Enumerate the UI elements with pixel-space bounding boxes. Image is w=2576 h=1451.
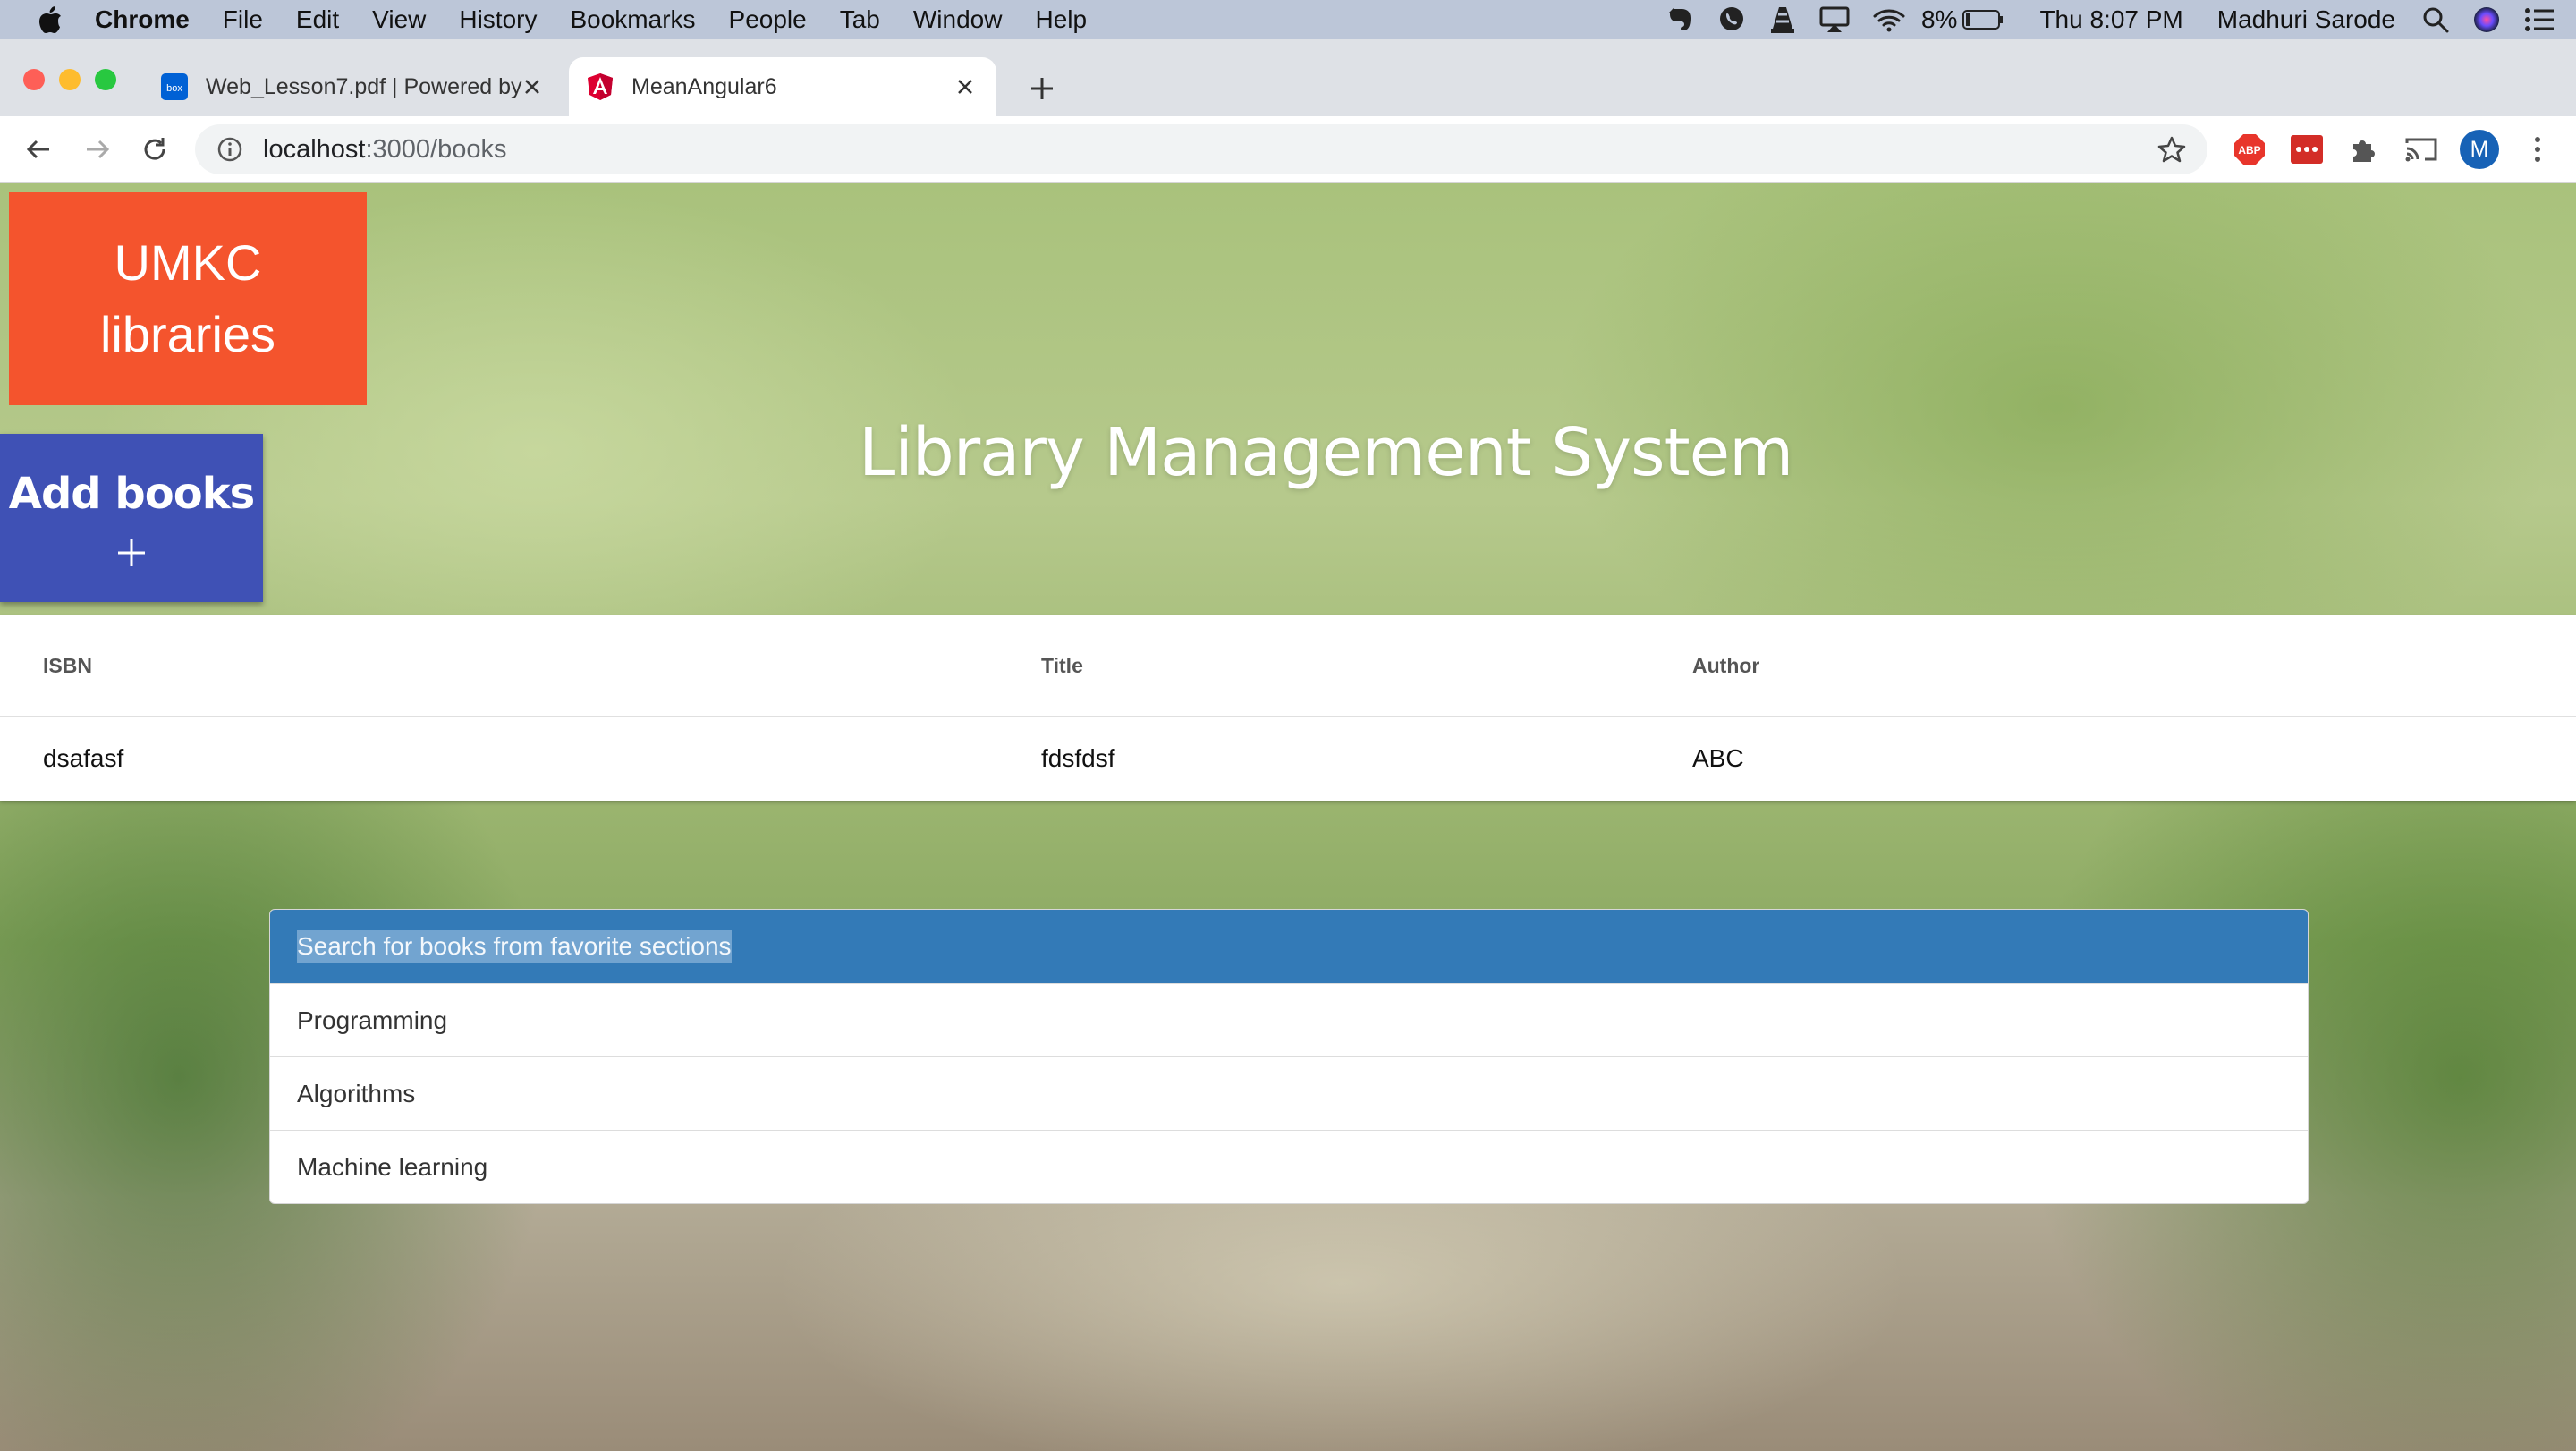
menu-view[interactable]: View [372, 5, 426, 34]
new-tab-icon[interactable] [1020, 66, 1064, 111]
address-bar-url: localhost:3000/books [263, 135, 506, 165]
url-host: localhost [263, 134, 366, 164]
menu-edit[interactable]: Edit [296, 5, 339, 34]
menu-bookmarks[interactable]: Bookmarks [570, 5, 695, 34]
notification-center-icon[interactable] [2524, 7, 2555, 32]
section-item-algorithms[interactable]: Algorithms [270, 1056, 2308, 1130]
cell-title: fdsfdsf [1041, 744, 1115, 772]
menu-tab[interactable]: Tab [840, 5, 880, 34]
add-books-button[interactable]: Add books [0, 434, 263, 602]
add-books-label: Add books [8, 469, 255, 519]
lastpass-icon[interactable] [2290, 132, 2324, 166]
menu-help[interactable]: Help [1035, 5, 1087, 34]
menu-bar-clock[interactable]: Thu 8:07 PM [2039, 5, 2182, 34]
tab-web-lesson7[interactable]: box Web_Lesson7.pdf | Powered by [143, 57, 564, 116]
cast-icon[interactable] [2404, 132, 2438, 166]
sections-header-text: Search for books from favorite sections [297, 930, 732, 963]
battery-icon[interactable] [1962, 9, 2004, 30]
profile-avatar[interactable]: M [2460, 130, 2499, 169]
macos-menu-bar: Chrome File Edit View History Bookmarks … [0, 0, 2576, 39]
menu-history[interactable]: History [459, 5, 537, 34]
evernote-icon[interactable] [1667, 5, 1694, 34]
window-close-button[interactable] [23, 69, 45, 90]
column-header-isbn[interactable]: ISBN [43, 615, 92, 716]
cell-isbn: dsafasf [43, 744, 124, 772]
menu-window[interactable]: Window [913, 5, 1003, 34]
adblock-plus-icon[interactable]: ABP [2233, 132, 2267, 166]
siri-icon[interactable] [2472, 5, 2501, 34]
back-arrow-icon[interactable] [18, 129, 59, 170]
table-header-row: ISBN Title Author [0, 615, 2576, 717]
table-row[interactable]: dsafasf fdsfdsf ABC [0, 717, 2576, 801]
column-header-title[interactable]: Title [1041, 615, 1083, 716]
window-minimize-button[interactable] [59, 69, 80, 90]
url-path: :3000/books [365, 134, 507, 164]
angular-icon [587, 73, 614, 100]
favorite-sections-list: Search for books from favorite sections … [269, 909, 2309, 1204]
airplay-icon[interactable] [1819, 6, 1850, 33]
section-item-programming[interactable]: Programming [270, 983, 2308, 1056]
site-info-icon[interactable] [215, 134, 245, 165]
svg-text:ABP: ABP [2238, 144, 2260, 157]
page-title: Library Management System [859, 414, 1793, 491]
browser-tab-strip: box Web_Lesson7.pdf | Powered by MeanAng… [0, 39, 2576, 116]
menu-people[interactable]: People [729, 5, 807, 34]
menu-bar-user[interactable]: Madhuri Sarode [2217, 5, 2395, 34]
window-zoom-button[interactable] [95, 69, 116, 90]
tab-title: MeanAngular6 [631, 73, 777, 99]
menu-app-name[interactable]: Chrome [95, 5, 190, 34]
svg-text:box: box [166, 83, 182, 94]
spotlight-search-icon[interactable] [2422, 6, 2449, 33]
box-icon: box [161, 73, 188, 100]
viber-icon[interactable] [1717, 5, 1746, 34]
cell-author: ABC [1692, 744, 1744, 772]
browser-toolbar: localhost:3000/books ABP M [0, 116, 2576, 183]
books-table: ISBN Title Author dsafasf fdsfdsf ABC [0, 615, 2576, 801]
apple-menu-icon[interactable] [34, 4, 66, 36]
wifi-icon[interactable] [1873, 7, 1905, 32]
extensions-puzzle-icon[interactable] [2347, 132, 2381, 166]
tab-meanangular6[interactable]: MeanAngular6 [569, 57, 996, 116]
reload-icon[interactable] [134, 129, 175, 170]
umkc-libraries-logo[interactable]: UMKC libraries [9, 192, 367, 405]
page-viewport: UMKC libraries Add books Library Managem… [0, 183, 2576, 1451]
menu-file[interactable]: File [223, 5, 263, 34]
app-menus: Chrome File Edit View History Bookmarks … [95, 5, 1120, 34]
battery-percent: 8% [1920, 5, 1958, 33]
logo-line-2: libraries [99, 306, 276, 362]
column-header-author[interactable]: Author [1692, 615, 1759, 716]
tab-close-icon[interactable] [517, 72, 547, 102]
forward-arrow-icon[interactable] [77, 129, 118, 170]
address-bar[interactable]: localhost:3000/books [195, 124, 2207, 174]
section-item-machine-learning[interactable]: Machine learning [270, 1130, 2308, 1203]
tab-close-icon[interactable] [950, 72, 980, 102]
logo-line-1: UMKC [114, 234, 262, 291]
sections-list-header[interactable]: Search for books from favorite sections [270, 910, 2308, 983]
bookmark-star-icon[interactable] [2156, 133, 2188, 165]
vlc-icon[interactable] [1769, 5, 1796, 34]
tab-title: Web_Lesson7.pdf | Powered by [206, 73, 522, 99]
chrome-menu-icon[interactable] [2521, 132, 2555, 166]
plus-icon [117, 539, 146, 567]
menu-bar-status-area: 8% Thu 8:07 PM Madhuri Sarode [1644, 0, 2555, 39]
